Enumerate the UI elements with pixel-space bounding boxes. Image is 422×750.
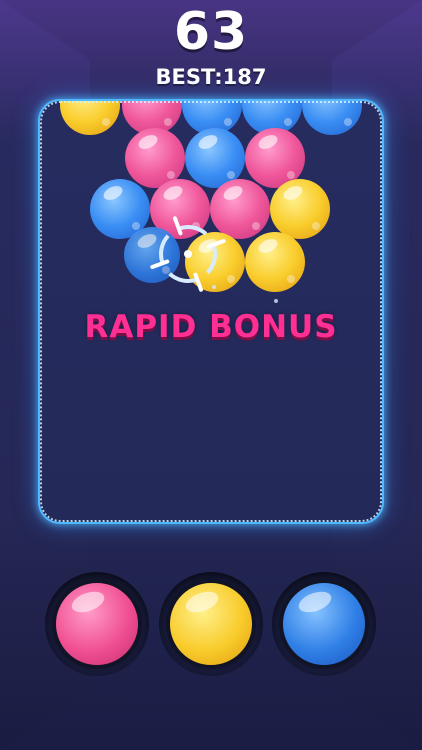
- bubble-yellow: [270, 179, 330, 239]
- bubble-yellow: [60, 101, 120, 135]
- best-score-display: BEST:187: [155, 65, 267, 89]
- shooter-bubble[interactable]: [124, 227, 180, 283]
- color-button-blue[interactable]: [279, 579, 369, 669]
- bubble-yellow: [185, 232, 245, 292]
- color-button-yellow[interactable]: [166, 579, 256, 669]
- sparkle: [274, 299, 278, 303]
- sparkle: [212, 285, 216, 289]
- bubble-yellow: [245, 232, 305, 292]
- bubble-blue: [302, 101, 362, 135]
- score-display: 63: [173, 2, 249, 62]
- game-board[interactable]: RAPID BONUS: [40, 101, 382, 522]
- rapid-bonus-label: RAPID BONUS: [84, 309, 338, 345]
- color-button-pink[interactable]: [52, 579, 142, 669]
- bubble-pink: [210, 179, 270, 239]
